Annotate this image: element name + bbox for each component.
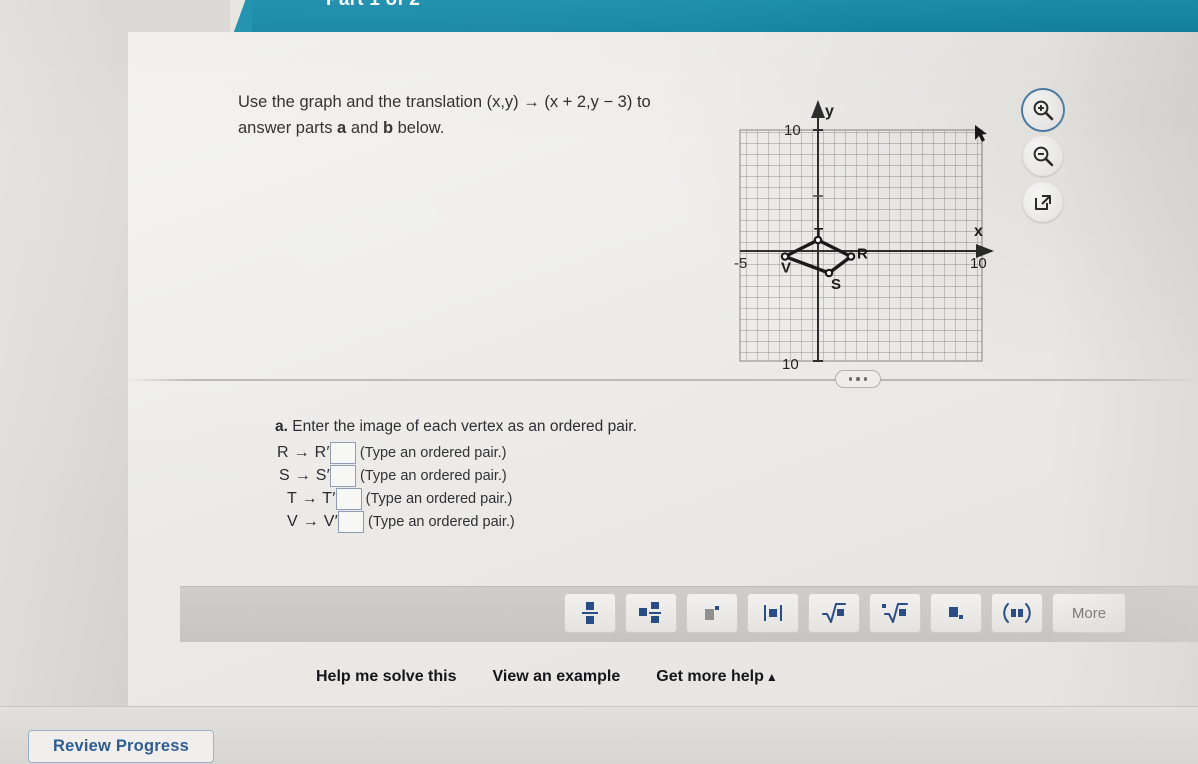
tick-x-left: -5 <box>734 255 747 272</box>
math-palette-toolbar: More <box>180 586 1198 642</box>
vertex-row-t: T → T′ (Type an ordered pair.) <box>275 487 775 510</box>
app-header-bar: Part 1 of 2 <box>248 0 1198 32</box>
prompt-part-a: a <box>337 118 347 137</box>
view-an-example-link[interactable]: View an example <box>493 668 621 686</box>
hint-t: (Type an ordered pair.) <box>365 490 513 507</box>
tick-y-bottom: 10 <box>782 356 799 373</box>
prompt-line-2-mid: and <box>346 118 383 137</box>
subscript-button[interactable] <box>930 593 982 633</box>
part-a-heading: a. Enter the image of each vertex as an … <box>275 418 775 436</box>
get-more-help-label: Get more help <box>656 668 764 685</box>
help-me-solve-this-link[interactable]: Help me solve this <box>316 668 457 686</box>
answer-input-v[interactable] <box>338 510 365 533</box>
nth-root-icon <box>882 603 908 623</box>
prompt-line-2: answer parts a and b below. <box>238 116 708 142</box>
more-button[interactable]: More <box>1052 593 1126 633</box>
part-a-heading-text: Enter the image of each vertex as an ord… <box>287 418 637 435</box>
axis-label-y: y <box>825 103 834 120</box>
vertex-row-r: R → R′ (Type an ordered pair.) <box>275 441 775 464</box>
screenshot-root: Part 1 of 2 Use the graph and the transl… <box>0 0 1198 764</box>
vertex-label-r: R <box>857 246 868 263</box>
prompt-line-2-post: below. <box>393 118 445 137</box>
ordered-pair-button[interactable] <box>991 593 1043 633</box>
caret-up-icon: ▲ <box>765 670 778 684</box>
graph-svg: 10 10 -5 10 x y T RS V <box>734 100 994 373</box>
hint-r: (Type an ordered pair.) <box>359 444 507 461</box>
subscript-icon <box>949 607 963 619</box>
part-a-letter: a. <box>275 418 288 435</box>
zoom-out-glyph <box>1033 146 1054 167</box>
mixed-number-button[interactable] <box>625 593 677 633</box>
zoom-in-icon[interactable] <box>1023 90 1063 130</box>
vertex-label-t: T <box>814 225 823 242</box>
fraction-icon <box>582 602 598 624</box>
dot-3 <box>863 377 868 381</box>
dot-1 <box>848 377 853 381</box>
part-a-section: a. Enter the image of each vertex as an … <box>275 418 775 533</box>
prompt-line-2-pre: answer parts <box>238 118 338 137</box>
help-links-row: Help me solve this View an example Get m… <box>188 668 1198 686</box>
ordered-pair-icon <box>1003 603 1031 623</box>
fraction-button[interactable] <box>564 593 616 633</box>
exponent-button[interactable] <box>686 593 738 633</box>
axis-label-x: x <box>974 223 983 240</box>
vertex-label-s: S <box>831 276 841 293</box>
photo-border-left <box>0 0 128 764</box>
vertex-label-v: V <box>781 260 791 277</box>
absolute-value-icon <box>764 605 782 621</box>
vertex-label-t: T → T′ <box>287 489 336 507</box>
mixed-number-icon <box>639 602 661 623</box>
part-progress-label: Part 1 of 2 <box>326 0 420 11</box>
question-content-panel: Use the graph and the translation (x,y) … <box>128 32 1198 706</box>
zoom-out-icon[interactable] <box>1023 136 1063 176</box>
graph-tool-buttons <box>1023 90 1069 228</box>
prompt-part-b: b <box>382 118 394 137</box>
prompt-line-1: Use the graph and the translation (x,y) … <box>238 93 651 111</box>
review-progress-button[interactable]: Review Progress <box>28 730 214 763</box>
vertex-label-s: S → S′ <box>279 466 331 484</box>
square-root-icon <box>822 603 846 623</box>
vertex-label-r: R → R′ <box>277 443 330 461</box>
expand-more-button[interactable] <box>835 370 881 388</box>
answer-input-r[interactable] <box>329 441 356 464</box>
exponent-icon <box>705 606 719 620</box>
absolute-value-button[interactable] <box>747 593 799 633</box>
vertex-label-v: V → V′ <box>287 512 339 530</box>
external-link-glyph <box>1035 195 1051 210</box>
section-divider <box>128 370 1198 388</box>
question-prompt: Use the graph and the translation (x,y) … <box>238 90 708 141</box>
answer-input-t[interactable] <box>335 487 362 510</box>
math-palette-buttons: More <box>564 593 1126 633</box>
open-in-new-window-icon[interactable] <box>1023 182 1063 222</box>
vertex-row-s: S → S′ (Type an ordered pair.) <box>275 464 775 487</box>
zoom-in-glyph <box>1033 100 1054 121</box>
vertex-point-r <box>846 252 856 261</box>
header-corner-shape <box>230 0 252 32</box>
answer-input-s[interactable] <box>330 464 357 487</box>
square-root-button[interactable] <box>808 593 860 633</box>
get-more-help-link[interactable]: Get more help ▲ <box>656 668 777 686</box>
vertex-row-v: V → V′ (Type an ordered pair.) <box>275 510 775 533</box>
hint-s: (Type an ordered pair.) <box>360 467 507 484</box>
hint-v: (Type an ordered pair.) <box>368 513 515 530</box>
tick-x-right: 10 <box>970 255 987 272</box>
dot-2 <box>856 377 860 381</box>
coordinate-graph[interactable]: 10 10 -5 10 x y T RS V <box>724 88 1014 383</box>
tick-y-top: 10 <box>784 122 801 139</box>
nth-root-button[interactable] <box>869 593 921 633</box>
